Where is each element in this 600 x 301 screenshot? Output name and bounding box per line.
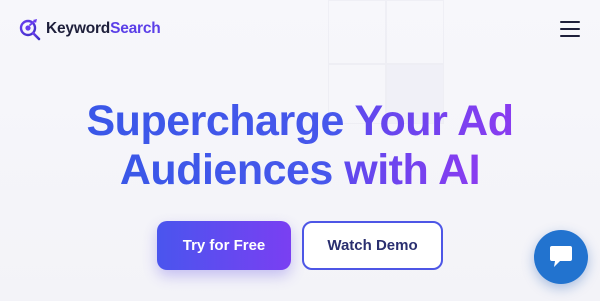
magnifier-target-icon (18, 17, 42, 41)
chat-launcher-button[interactable] (534, 230, 588, 284)
logo-text-search: Search (110, 20, 161, 37)
hero-title-line2-blue: Audiences (119, 146, 345, 194)
hero-title-line1-blue: Supercharge (86, 97, 355, 145)
watch-demo-button[interactable]: Watch Demo (302, 221, 443, 270)
page: KeywordSearch Supercharge Your Ad Audien… (0, 0, 600, 301)
try-for-free-button[interactable]: Try for Free (157, 221, 291, 270)
chat-bubble-icon (550, 246, 572, 267)
hero-title-line2-purple: with AI (344, 146, 481, 194)
logo-text: KeywordSearch (46, 17, 161, 41)
hero-title-line1-purple: Your Ad (354, 97, 514, 145)
hamburger-menu-icon[interactable] (560, 21, 580, 39)
site-header: KeywordSearch (0, 0, 600, 62)
logo[interactable]: KeywordSearch (18, 17, 161, 41)
hero-title: Supercharge Your Ad Audiences with AI (0, 97, 600, 195)
logo-text-keyword: Keyword (46, 20, 111, 37)
